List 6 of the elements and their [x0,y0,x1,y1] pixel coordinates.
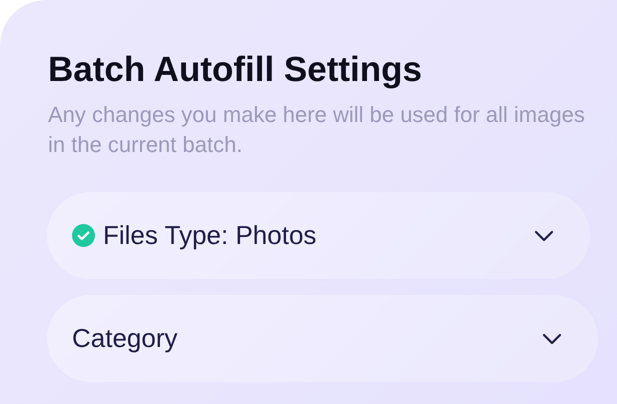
panel-description: Any changes you make here will be used for all images in the current batch. [48,101,586,159]
dropdown-field[interactable]: Category [47,295,598,382]
panel-title: Batch Autofill Settings [48,49,422,91]
chevron-down-icon [534,230,554,242]
chevron-down-icon [542,332,562,344]
dropdown-field[interactable]: Files Type: Photos [47,192,590,279]
